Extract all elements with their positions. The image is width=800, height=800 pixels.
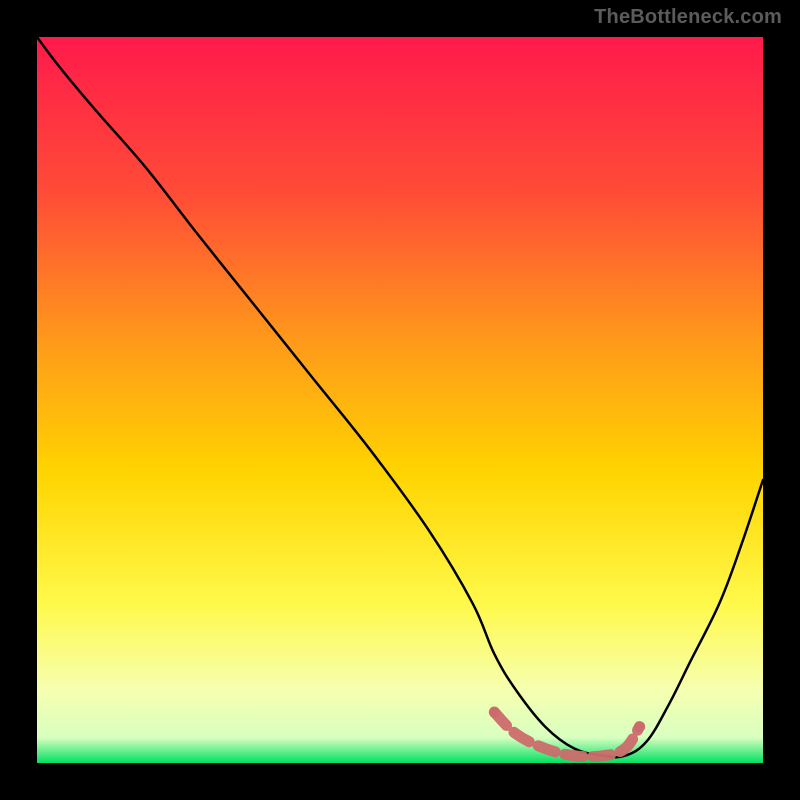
chart-svg [37, 37, 763, 763]
optimal-zone-endpoint [489, 707, 500, 718]
optimal-zone-endpoint [634, 721, 645, 732]
chart-frame: TheBottleneck.com [0, 0, 800, 800]
gradient-background [37, 37, 763, 763]
watermark-text: TheBottleneck.com [594, 6, 782, 29]
plot-area [37, 37, 763, 763]
